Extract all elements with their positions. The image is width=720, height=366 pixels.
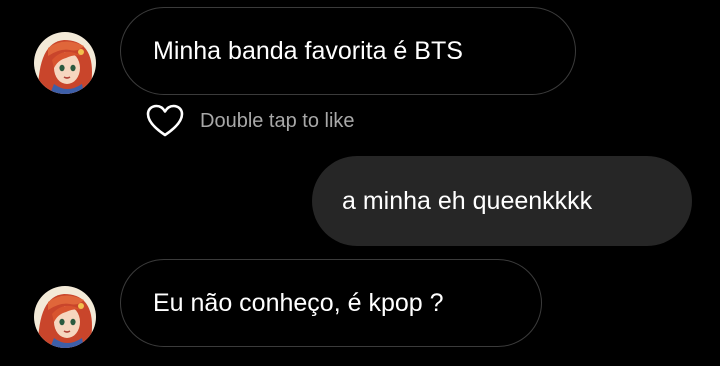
- message-text: a minha eh queenkkkk: [342, 186, 593, 215]
- contact-avatar-image: [34, 286, 96, 348]
- contact-avatar-image: [34, 32, 96, 94]
- incoming-message-bubble[interactable]: Minha banda favorita é BTS: [120, 7, 576, 95]
- like-hint: Double tap to like: [146, 102, 355, 140]
- contact-avatar[interactable]: [34, 286, 96, 348]
- message-text: Eu não conheço, é kpop ?: [153, 288, 444, 317]
- heart-outline-icon[interactable]: [146, 104, 184, 138]
- outgoing-message-bubble[interactable]: a minha eh queenkkkk: [312, 156, 692, 246]
- message-text: Minha banda favorita é BTS: [153, 36, 463, 65]
- contact-avatar[interactable]: [34, 32, 96, 94]
- incoming-message-bubble[interactable]: Eu não conheço, é kpop ?: [120, 259, 542, 347]
- double-tap-hint-text: Double tap to like: [200, 109, 355, 132]
